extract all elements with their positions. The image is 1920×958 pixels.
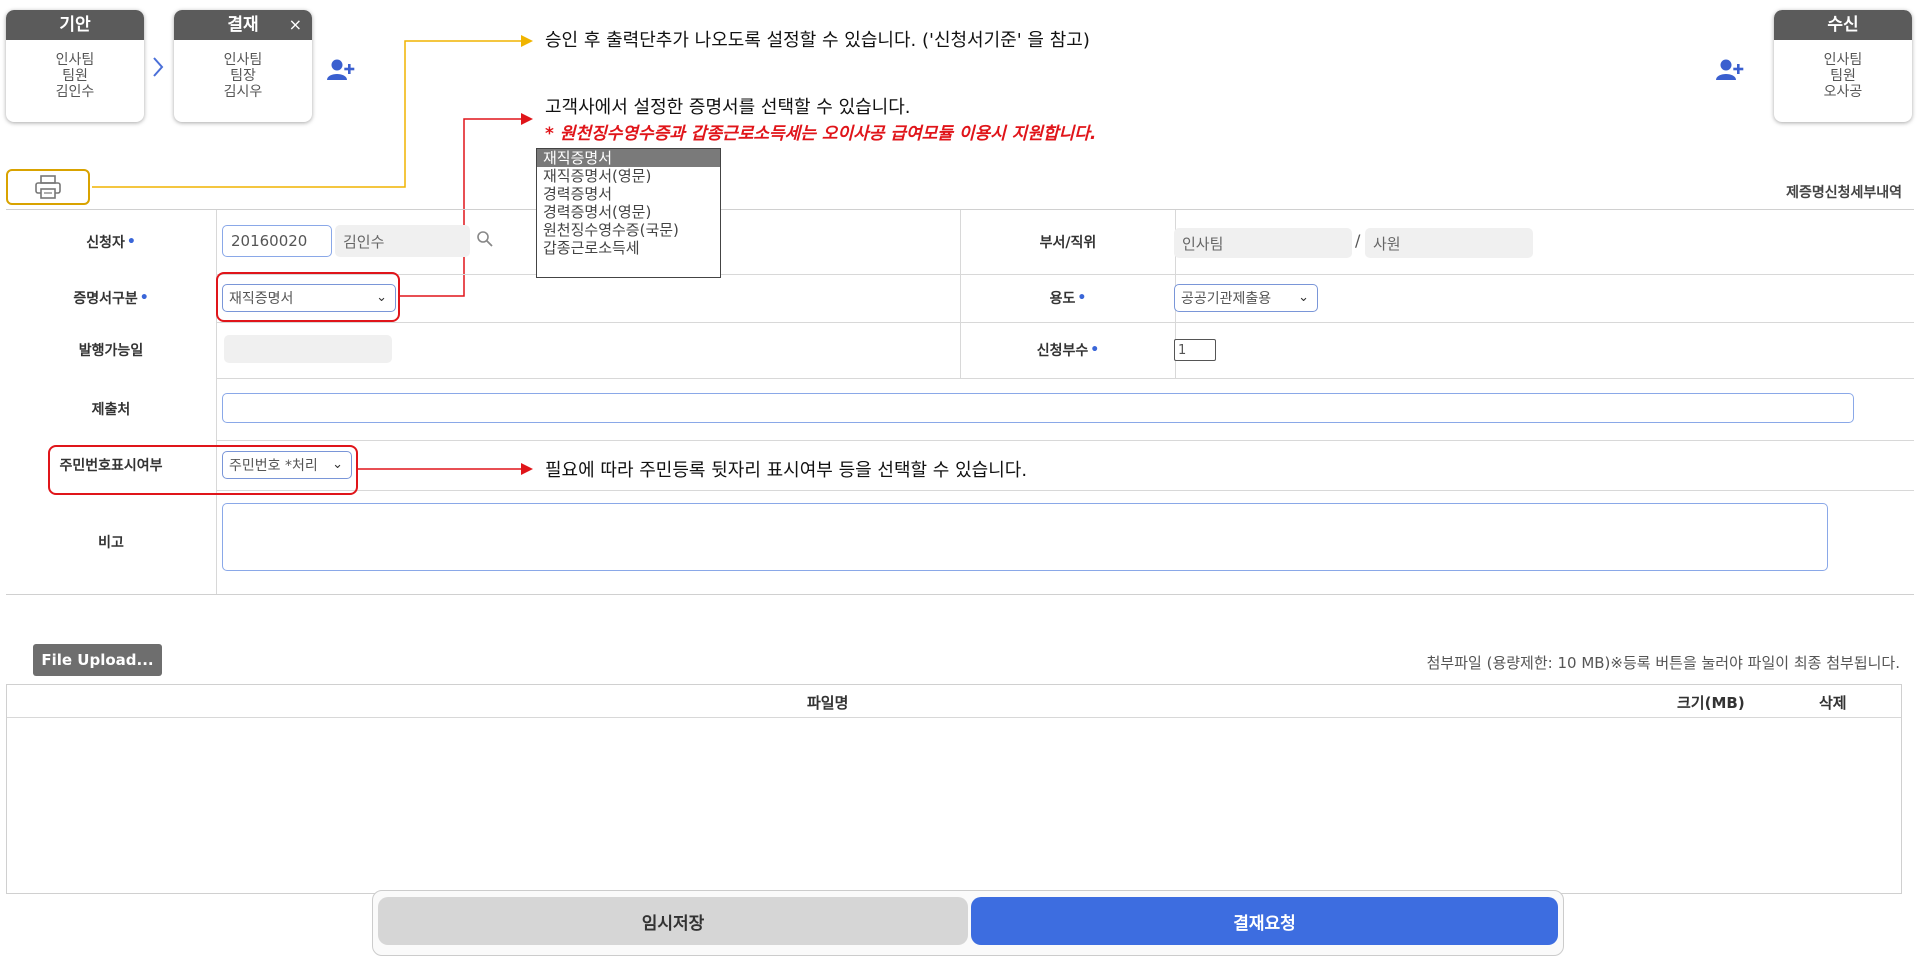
copies-input[interactable]: 1	[1174, 339, 1216, 361]
form-row-remark: 비고	[6, 490, 1914, 594]
printer-icon	[35, 175, 61, 199]
cert-type-label: 증명서구분 •	[6, 274, 217, 322]
annotation-cert: 고객사에서 설정한 증명서를 선택할 수 있습니다.	[545, 97, 911, 118]
col-filename: 파일명	[807, 694, 849, 712]
attachment-table-header: 파일명 크기(MB) 삭제	[7, 685, 1901, 718]
temp-save-button[interactable]: 임시저장	[378, 897, 968, 945]
dept-position-separator: /	[1355, 231, 1361, 250]
highlight-resident	[48, 445, 358, 495]
attachment-table: 파일명 크기(MB) 삭제	[6, 684, 1902, 894]
issue-date-label: 발행가능일	[6, 322, 217, 378]
issue-date-field	[224, 335, 392, 363]
annotation-cert-note: * 원천징수영수증과 갑종근로소득세는 오이사공 급여모듈 이용시 지원합니다.	[545, 124, 1097, 144]
file-upload-button[interactable]: File Upload...	[33, 644, 162, 676]
dropdown-option[interactable]: 원천징수영수증(국문)	[537, 221, 720, 239]
form-row-submit-to: 제출처	[6, 378, 1914, 441]
dropdown-option[interactable]: 재직증명서	[537, 149, 720, 167]
dropdown-option[interactable]: 경력증명서(영문)	[537, 203, 720, 221]
cert-type-dropdown-list[interactable]: 재직증명서 재직증명서(영문) 경력증명서 경력증명서(영문) 원천징수영수증(…	[536, 148, 721, 278]
highlight-cert-type	[216, 272, 400, 322]
form-row-issue-date: 발행가능일 신청부수 • 1	[6, 322, 1914, 379]
purpose-select[interactable]: 공공기관제출용 ⌄	[1174, 284, 1318, 312]
print-button[interactable]	[6, 169, 90, 205]
purpose-label: 용도 •	[960, 274, 1176, 322]
applicant-id-field[interactable]: 20160020	[222, 225, 332, 257]
col-size: 크기(MB)	[1677, 694, 1745, 712]
action-bar: 임시저장 결재요청	[372, 890, 1564, 956]
dept-field: 인사팀	[1174, 228, 1352, 258]
applicant-name-field: 김인수	[335, 225, 470, 257]
dropdown-option[interactable]: 경력증명서	[537, 185, 720, 203]
annotation-print: 승인 후 출력단추가 나오도록 설정할 수 있습니다. ('신청서기준' 을 참…	[545, 30, 1090, 51]
dept-label: 부서/직위	[960, 210, 1176, 274]
form-row-applicant: 신청자 • 20160020 김인수 부서/직위 인사팀 / 사원	[6, 210, 1914, 275]
remark-textarea[interactable]	[222, 503, 1828, 571]
col-delete: 삭제	[1819, 694, 1847, 712]
dropdown-option[interactable]: 갑종근로소득세	[537, 239, 720, 257]
chevron-down-icon: ⌄	[1298, 289, 1309, 305]
dropdown-option[interactable]: 재직증명서(영문)	[537, 167, 720, 185]
upload-note: 첨부파일 (용량제한: 10 MB)※등록 버튼을 눌러야 파일이 최종 첨부됩…	[1426, 654, 1900, 672]
position-field: 사원	[1365, 228, 1533, 258]
submit-to-label: 제출처	[6, 378, 217, 440]
applicant-label: 신청자 •	[6, 210, 217, 274]
request-form: 신청자 • 20160020 김인수 부서/직위 인사팀 / 사원 증명서구분 • …	[6, 209, 1914, 595]
remark-label: 비고	[6, 490, 217, 594]
section-title: 제증명신청세부내역	[1786, 185, 1902, 201]
approval-request-button[interactable]: 결재요청	[971, 897, 1558, 945]
submit-to-input[interactable]	[222, 393, 1854, 423]
search-icon[interactable]	[476, 230, 494, 252]
purpose-value: 공공기관제출용	[1181, 291, 1272, 307]
copies-label: 신청부수 •	[960, 322, 1176, 378]
